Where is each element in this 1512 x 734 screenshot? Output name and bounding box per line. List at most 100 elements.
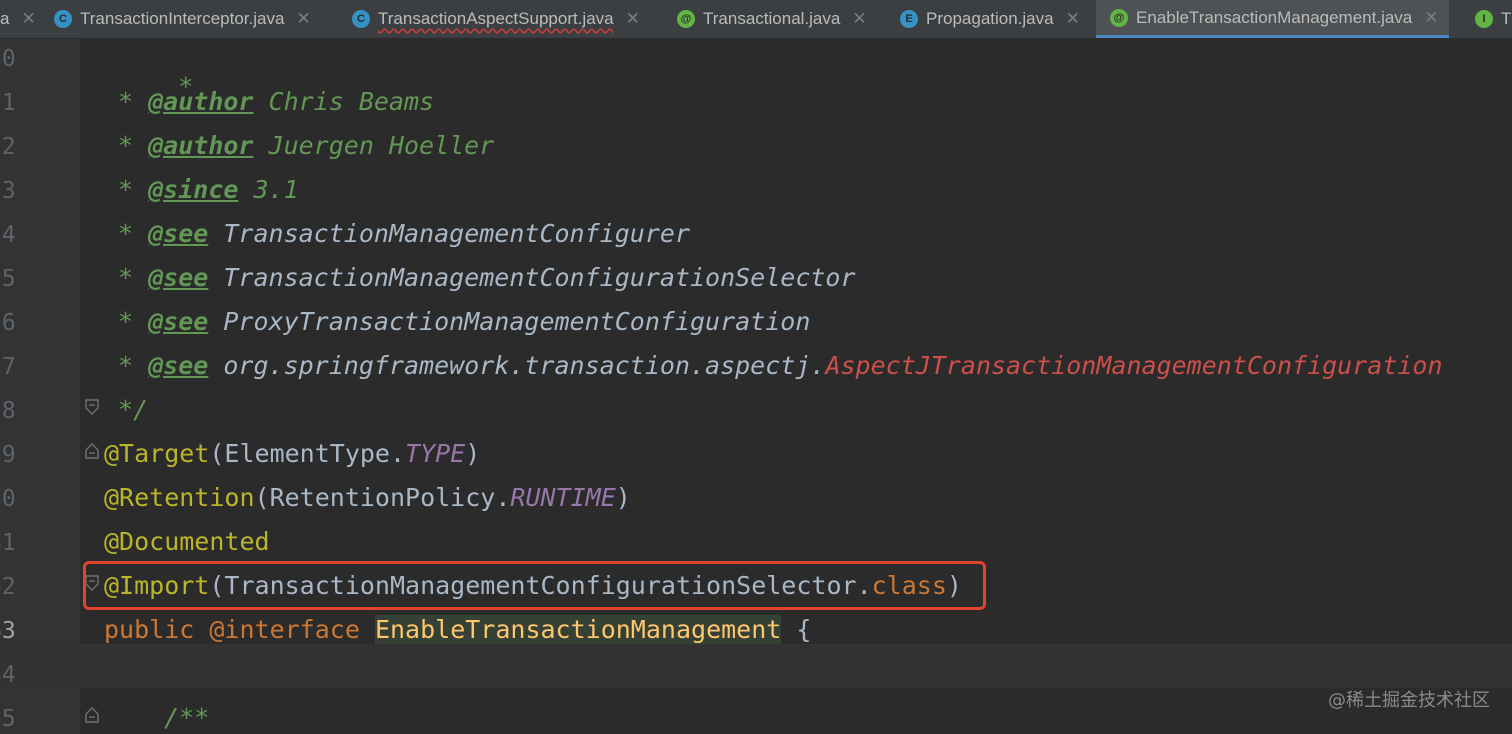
tab-label: TransactionInterceptor.java bbox=[80, 9, 285, 28]
line-number: 62 bbox=[0, 574, 16, 600]
annotation[interactable]: @Documented bbox=[104, 527, 270, 556]
unresolved-reference[interactable]: AspectJTransactionManagementConfiguratio… bbox=[825, 351, 1442, 380]
comment-text: * bbox=[118, 131, 149, 160]
line-number: 59 bbox=[0, 442, 16, 468]
line-number: 54 bbox=[0, 222, 16, 248]
code-line-52: * @author Juergen Hoeller bbox=[118, 131, 494, 160]
annotation[interactable]: @Retention bbox=[104, 483, 255, 512]
tab-transaction-interceptor[interactable]: C TransactionInterceptor.java ✕ bbox=[54, 0, 311, 38]
annotation-icon: @ bbox=[1110, 8, 1128, 27]
tab-label: Propagation.java bbox=[926, 9, 1054, 28]
code-line-60: @Retention(RetentionPolicy.RUNTIME) bbox=[104, 483, 631, 512]
code-line-56: * @see ProxyTransactionManagementConfigu… bbox=[118, 307, 810, 336]
code-line-51: * @author Chris Beams bbox=[118, 87, 434, 116]
code-line-54: * @see TransactionManagementConfigurer bbox=[118, 219, 690, 248]
code-text: (RetentionPolicy. bbox=[254, 483, 511, 512]
close-icon[interactable]: ✕ bbox=[296, 9, 310, 29]
annotation-icon: @ bbox=[677, 10, 695, 28]
javadoc-tag: @see bbox=[148, 307, 209, 336]
tab-propagation[interactable]: E Propagation.java ✕ bbox=[900, 0, 1080, 38]
tab-label: EnableTransactionManagement.java bbox=[1136, 7, 1413, 27]
comment-text: */ bbox=[118, 395, 149, 424]
tab-partial-right[interactable]: I T bbox=[1475, 0, 1511, 38]
tab-label: T bbox=[1501, 9, 1512, 28]
code-line-55: * @see TransactionManagementConfiguratio… bbox=[118, 263, 856, 292]
line-number: 61 bbox=[0, 530, 16, 556]
javadoc-reference[interactable]: TransactionManagementConfigurationSelect… bbox=[208, 263, 855, 292]
highlight-box bbox=[83, 561, 986, 610]
code-text: { bbox=[781, 615, 812, 644]
comment-text: * bbox=[118, 307, 149, 336]
tab-partial-left[interactable]: a ✕ bbox=[0, 0, 36, 38]
line-number: 50 bbox=[0, 46, 16, 72]
javadoc-tag: @since bbox=[148, 175, 239, 204]
class-icon: C bbox=[54, 10, 72, 28]
code-text: (ElementType. bbox=[209, 439, 406, 468]
code-line-59: @Target(ElementType.TYPE) bbox=[104, 439, 480, 468]
code-line-63: public @interface EnableTransactionManag… bbox=[104, 615, 811, 644]
line-number: 52 bbox=[0, 134, 16, 160]
javadoc-tag: @see bbox=[148, 263, 209, 292]
tab-enable-transaction-management[interactable]: @ EnableTransactionManagement.java ✕ bbox=[1096, 0, 1449, 38]
interface-icon: I bbox=[1475, 10, 1493, 28]
comment-text: * bbox=[118, 351, 149, 380]
line-number: 65 bbox=[0, 706, 16, 732]
javadoc-reference[interactable]: org.springframework.transaction.aspectj. bbox=[208, 351, 825, 380]
enum-icon: E bbox=[900, 10, 918, 28]
code-line-58: */ bbox=[118, 395, 148, 424]
editor-tab-bar: a ✕ C TransactionInterceptor.java ✕ C Tr… bbox=[0, 0, 1512, 39]
class-icon: C bbox=[352, 10, 370, 28]
close-icon[interactable]: ✕ bbox=[852, 9, 866, 29]
code-line-65: /** bbox=[164, 703, 209, 732]
close-icon[interactable]: ✕ bbox=[21, 9, 35, 29]
close-icon[interactable]: ✕ bbox=[626, 9, 640, 29]
class-name[interactable]: EnableTransactionManagement bbox=[374, 615, 782, 644]
comment-text: /** bbox=[164, 703, 210, 732]
tab-label: Transactional.java bbox=[703, 9, 841, 28]
line-number: 51 bbox=[0, 90, 16, 116]
close-icon[interactable]: ✕ bbox=[1424, 8, 1438, 28]
code-text: ) bbox=[465, 439, 481, 468]
comment-text: 3.1 bbox=[238, 175, 299, 204]
comment-text: Juergen Hoeller bbox=[253, 131, 495, 160]
javadoc-tag: @author bbox=[148, 87, 254, 116]
code-line-57: * @see org.springframework.transaction.a… bbox=[118, 351, 1443, 380]
tab-label: TransactionAspectSupport.java bbox=[378, 9, 614, 28]
keyword: public bbox=[104, 615, 210, 644]
fold-end-icon[interactable] bbox=[84, 399, 100, 415]
annotation[interactable]: @Target bbox=[104, 439, 209, 468]
current-line-highlight bbox=[0, 644, 1512, 688]
line-number: 55 bbox=[0, 266, 16, 292]
comment-text: Chris Beams bbox=[253, 87, 435, 116]
comment-text: * bbox=[118, 219, 149, 248]
code-line-53: * @since 3.1 bbox=[118, 175, 299, 204]
javadoc-tag: @see bbox=[148, 219, 209, 248]
line-number: 60 bbox=[0, 486, 16, 512]
javadoc-reference[interactable]: TransactionManagementConfigurer bbox=[208, 219, 690, 248]
line-number: 64 bbox=[0, 662, 16, 688]
enum-constant[interactable]: TYPE bbox=[405, 439, 465, 468]
tab-transactional[interactable]: @ Transactional.java ✕ bbox=[677, 0, 867, 38]
enum-constant[interactable]: RUNTIME bbox=[510, 483, 615, 512]
line-number-current: 63 bbox=[0, 618, 16, 644]
line-number: 57 bbox=[0, 354, 16, 380]
code-line-61: @Documented bbox=[104, 527, 270, 556]
comment-text: * bbox=[118, 175, 149, 204]
comment-text: * bbox=[118, 87, 149, 116]
comment-text: * bbox=[118, 263, 149, 292]
keyword: @interface bbox=[209, 615, 375, 644]
javadoc-tag: @see bbox=[148, 351, 209, 380]
line-number: 53 bbox=[0, 178, 16, 204]
close-icon[interactable]: ✕ bbox=[1066, 9, 1080, 29]
fold-start-icon[interactable] bbox=[84, 707, 100, 723]
fold-start-icon[interactable] bbox=[84, 443, 100, 459]
watermark: @稀土掘金技术社区 bbox=[1328, 690, 1490, 711]
line-number: 56 bbox=[0, 310, 16, 336]
line-number: 58 bbox=[0, 398, 16, 424]
code-text: ) bbox=[615, 483, 631, 512]
code-editor[interactable]: 50 51 52 53 54 55 56 57 58 59 60 61 62 6… bbox=[0, 39, 1512, 734]
javadoc-tag: @author bbox=[148, 131, 254, 160]
tab-transaction-aspect-support[interactable]: C TransactionAspectSupport.java ✕ bbox=[352, 0, 640, 38]
javadoc-reference[interactable]: ProxyTransactionManagementConfiguration bbox=[208, 307, 810, 336]
tab-label: a bbox=[0, 9, 10, 28]
